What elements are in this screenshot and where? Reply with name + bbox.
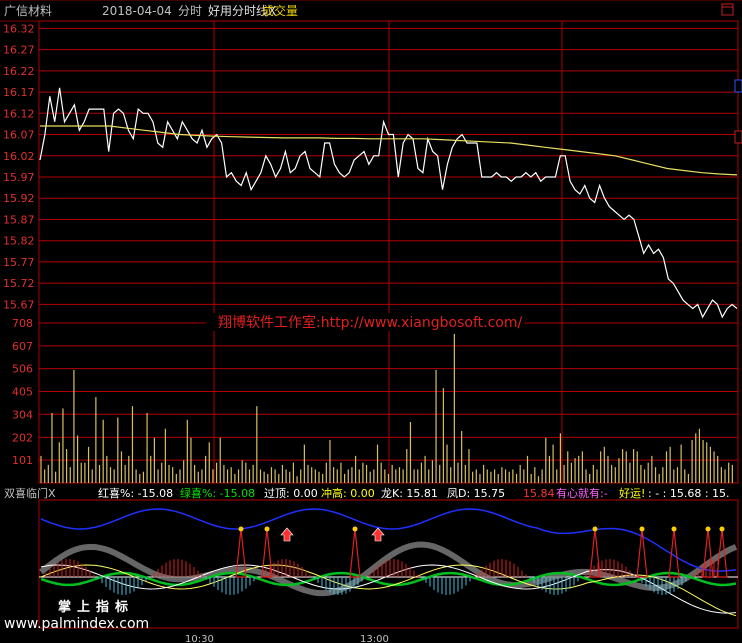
site-watermark: www.palmindex.com — [4, 616, 149, 632]
watermark-text: 翔博软件工作室:http://www.xiangbosoft.com/ — [218, 314, 522, 331]
indicator-legend: 双喜临门X 红喜%: -15.08 绿喜%: -15.08 过顶: 0.00 冲… — [4, 486, 730, 500]
stock-name: 广信材料 — [4, 4, 52, 18]
indicator-spike-dot — [639, 526, 645, 532]
price-tick-label: 16.07 — [3, 129, 35, 142]
indicator-bg — [40, 501, 737, 627]
legend-title: 双喜临门X — [4, 486, 56, 500]
legend-hongxi: 红喜%: -15.08 — [98, 487, 173, 500]
legend-feng: 凤D: 15.75 — [447, 487, 505, 500]
legend-long: 龙K: 15.81 — [381, 487, 438, 500]
indicator-spike-dot — [671, 526, 677, 532]
time-label-2: 13:00 — [360, 634, 389, 643]
indicator-spike-dot — [352, 526, 358, 532]
price-tick-label: 16.27 — [3, 44, 35, 57]
price-tick-label: 16.02 — [3, 150, 35, 163]
indicator-panel — [39, 501, 738, 627]
logo-text-zhangshang: 掌上指标 — [58, 599, 134, 615]
header-volume-label: 成交量 — [262, 3, 298, 18]
volume-tick-label: 506 — [12, 363, 33, 376]
volume-tick-label: 607 — [12, 340, 33, 353]
time-label-1: 10:30 — [185, 634, 214, 643]
intraday-chart: 16.32 16.27 16.22 16.17 16.12 16.07 16.02 15.97… — [0, 0, 742, 643]
legend-haoyun: 好运! — [619, 486, 645, 500]
indicator-spike-dot — [705, 526, 711, 532]
price-tick-label: 16.17 — [3, 86, 35, 99]
indicator-spike-dot — [238, 526, 244, 532]
volume-tick-label: 101 — [12, 454, 33, 467]
right-marker-red — [734, 130, 742, 144]
header-date: 2018-04-04 — [102, 4, 172, 18]
price-tick-label: 15.67 — [3, 298, 35, 311]
price-tick-label: 16.32 — [3, 22, 35, 35]
price-tick-label: 15.97 — [3, 171, 35, 184]
price-tick-label: 16.12 — [3, 107, 35, 120]
volume-tick-label: 405 — [12, 385, 33, 398]
price-tick-label: 15.72 — [3, 277, 35, 290]
volume-tick-label: 202 — [12, 431, 33, 444]
price-tick-label: 16.22 — [3, 65, 35, 78]
right-marker-blue — [734, 79, 742, 93]
indicator-spike-dot — [592, 526, 598, 532]
volume-tick-label: 304 — [12, 408, 33, 421]
indicator-spike-dot — [719, 526, 725, 532]
legend-chonggao: 冲高: 0.00 — [321, 486, 375, 500]
chart-stage: 16.32 16.27 16.22 16.17 16.12 16.07 16.02 15.97… — [0, 0, 742, 643]
price-tick-label: 15.87 — [3, 213, 35, 226]
legend-lvxi: 绿喜%: -15.08 — [180, 486, 255, 500]
header-mode: 分时 — [178, 4, 202, 18]
legend-tail: : - : 15.68 : 15. — [648, 487, 730, 500]
legend-red-value: 15.84 — [523, 487, 555, 500]
legend-guoding: 过顶: 0.00 — [264, 487, 318, 500]
price-tick-label: 15.77 — [3, 256, 35, 269]
price-tick-label: 15.82 — [3, 235, 35, 248]
legend-youxin: 有心就有:- — [556, 486, 608, 500]
indicator-spike-dot — [264, 526, 270, 532]
volume-tick-label: 708 — [12, 317, 33, 330]
price-tick-label: 15.92 — [3, 192, 35, 205]
